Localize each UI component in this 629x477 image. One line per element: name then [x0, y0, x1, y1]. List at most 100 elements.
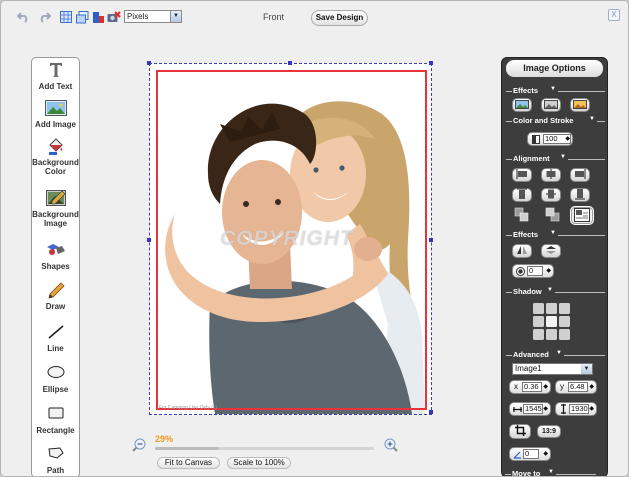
top-toolbar: Pixels ▼ Front Save Design X [1, 1, 628, 31]
align-left-button[interactable] [512, 168, 532, 182]
flip-vertical-icon [545, 245, 557, 257]
zoom-slider[interactable] [155, 447, 374, 450]
section-alignment[interactable]: Alignment ▼ [506, 154, 605, 164]
zoom-slider-fill [155, 447, 219, 450]
tool-add-image[interactable]: Add Image [32, 100, 79, 129]
close-icon[interactable]: X [608, 9, 620, 21]
aspect-ratio-button[interactable]: 13:9 [537, 425, 561, 438]
align-middle-button[interactable] [541, 188, 561, 202]
section-label: Shadow [512, 287, 543, 296]
section-effects-2[interactable]: Effects ▼ [506, 230, 605, 240]
layers-icon[interactable] [75, 10, 89, 24]
zoom-out-icon[interactable] [132, 438, 146, 452]
design-editor-window: Pixels ▼ Front Save Design X Add Text Ad… [0, 0, 629, 477]
section-shadow[interactable]: Shadow ▼ [506, 287, 605, 297]
align-left-icon [516, 169, 528, 181]
height-icon [559, 404, 568, 418]
tool-line[interactable]: Line [32, 324, 79, 353]
rotation-value[interactable]: 0 [527, 266, 543, 276]
tool-background-image[interactable]: Background Image [32, 190, 79, 228]
spin-arrows-icon[interactable]: ◆ [546, 267, 551, 276]
y-position-value[interactable]: 6.48 [568, 382, 588, 392]
rotation-stepper[interactable]: 0 ◆ [512, 264, 554, 278]
tool-label: Ellipse [42, 385, 69, 394]
x-position-value[interactable]: 0.36 [522, 382, 542, 392]
watermark-text: COPYRIGHT [220, 227, 354, 250]
spin-arrows-icon[interactable]: ◆ [543, 383, 548, 392]
spin-arrows-icon[interactable]: ◆ [543, 405, 548, 414]
redo-icon[interactable] [37, 10, 51, 24]
fit-to-canvas-button[interactable]: Fit to Canvas [157, 457, 220, 469]
flip-vertical-button[interactable] [541, 244, 561, 258]
chevron-down-icon: ▼ [170, 11, 181, 22]
resize-handle-n[interactable] [288, 61, 292, 65]
tools-panel: Add Text Add Image Background Color Back… [31, 57, 80, 476]
section-color-and-stroke[interactable]: Color and Stroke ▼ [506, 116, 605, 126]
align-right-button[interactable] [570, 168, 590, 182]
send-backward-icon[interactable] [514, 207, 530, 225]
spin-arrows-icon[interactable]: ◆ [589, 405, 594, 414]
resize-handle-w[interactable] [147, 238, 151, 242]
delete-layer-icon[interactable] [107, 10, 121, 24]
resize-handle-e[interactable] [429, 238, 433, 242]
section-advanced[interactable]: Advanced ▼ [506, 350, 605, 360]
scale-to-100-button[interactable]: Scale to 100% [227, 457, 291, 469]
tool-add-text[interactable]: Add Text [32, 62, 79, 91]
view-label: Front [263, 12, 285, 22]
chevron-down-icon: ▼ [550, 230, 556, 236]
tool-path[interactable]: Path [32, 446, 79, 475]
spin-arrows-icon[interactable]: ◆ [565, 135, 570, 144]
shadow-direction-grid[interactable] [532, 302, 572, 342]
fit-to-canvas-align-button[interactable] [570, 206, 594, 225]
tool-ellipse[interactable]: Ellipse [32, 365, 79, 394]
tool-shapes[interactable]: Shapes [32, 242, 79, 271]
x-label: x [514, 382, 518, 391]
x-position-stepper[interactable]: x 0.36 ◆ [509, 380, 551, 394]
effect-sepia-button[interactable] [570, 98, 590, 112]
section-move-to[interactable]: Move to ▼ [505, 469, 604, 476]
opacity-stepper[interactable]: 100 ◆ [527, 132, 573, 146]
fine-print-text: For Camping Use Only (c) [159, 405, 218, 411]
height-stepper[interactable]: 1930 ◆ [555, 402, 597, 416]
align-right-icon [574, 169, 586, 181]
tool-label: Background Color [32, 158, 79, 176]
height-value[interactable]: 1930 [569, 404, 589, 414]
layer-select[interactable]: Image1 ▼ [512, 363, 593, 375]
fit-frame-icon [574, 207, 590, 224]
save-design-button[interactable]: Save Design [311, 10, 368, 26]
spin-arrows-icon[interactable]: ◆ [543, 450, 548, 459]
section-effects[interactable]: Effects ▼ [506, 86, 605, 96]
resize-handle-ne[interactable] [429, 61, 433, 65]
unit-select[interactable]: Pixels ▼ [124, 10, 182, 23]
resize-handle-nw[interactable] [147, 61, 151, 65]
zoom-in-icon[interactable] [384, 438, 398, 452]
design-canvas[interactable]: COPYRIGHT For Camping Use Only (c) [147, 61, 433, 415]
flip-horizontal-button[interactable] [512, 244, 532, 258]
angle-stepper[interactable]: 0 ◆ [509, 447, 551, 461]
spin-arrows-icon[interactable]: ◆ [589, 383, 594, 392]
grid-icon[interactable] [59, 10, 73, 24]
tool-background-color[interactable]: Background Color [32, 138, 79, 176]
y-position-stepper[interactable]: y 6.48 ◆ [555, 380, 597, 394]
crop-button[interactable] [509, 424, 531, 439]
effect-grayscale-button[interactable] [541, 98, 561, 112]
resize-handle-se[interactable] [429, 410, 433, 414]
section-label: Effects [512, 86, 540, 95]
tool-draw[interactable]: Draw [32, 282, 79, 311]
chevron-down-icon: ▼ [556, 350, 562, 356]
width-stepper[interactable]: 1545 ◆ [509, 402, 551, 416]
tool-rectangle[interactable]: Rectangle [32, 406, 79, 435]
effect-normal-button[interactable] [512, 98, 532, 112]
angle-value[interactable]: 0 [523, 449, 539, 459]
align-bottom-button[interactable] [570, 188, 590, 202]
effect-grayscale-icon [544, 99, 558, 111]
width-value[interactable]: 1545 [523, 404, 543, 414]
undo-icon[interactable] [17, 10, 31, 24]
align-center-horizontal-button[interactable] [541, 168, 561, 182]
color-picker-icon[interactable] [91, 10, 105, 24]
bring-forward-icon[interactable] [545, 207, 561, 225]
angle-icon [513, 450, 522, 463]
background-image-icon [44, 190, 68, 208]
align-top-button[interactable] [512, 188, 532, 202]
crop-icon [514, 425, 526, 438]
